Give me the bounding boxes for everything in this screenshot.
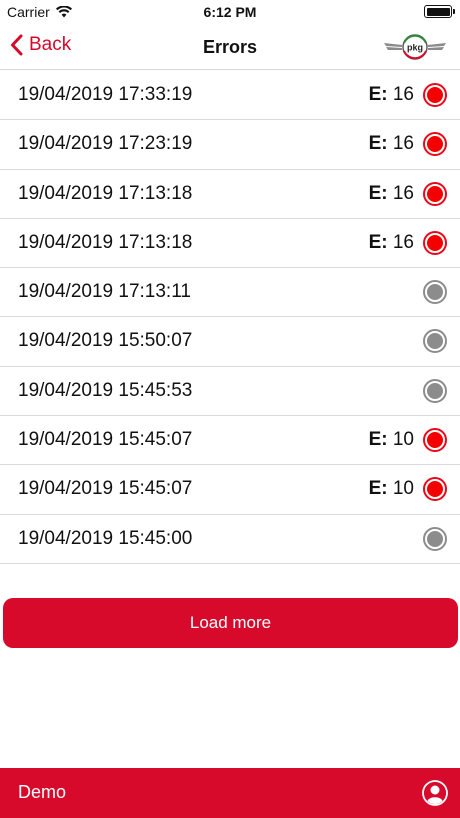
bottom-bar-label: Demo (18, 782, 67, 802)
error-status-icon (423, 428, 447, 453)
error-date: 19/04/2019 17:33:19 (18, 84, 193, 105)
error-date: 19/04/2019 17:13:11 (18, 281, 191, 303)
error-date: 19/04/2019 17:13:18 (18, 231, 193, 253)
ok-status-icon (423, 526, 447, 551)
error-code: E: 16 (369, 133, 414, 155)
error-status-icon (423, 477, 447, 502)
error-date: 19/04/2019 15:50:07 (18, 330, 193, 352)
error-status-icon (423, 132, 447, 157)
error-code-prefix: E: (368, 84, 388, 105)
ok-status-icon (423, 378, 447, 403)
list-item[interactable]: 19/04/2019 17:23:19 E: 16 (0, 120, 460, 170)
list-item[interactable]: 19/04/2019 15:45:07 E: 10 (0, 465, 460, 515)
list-item[interactable]: 19/04/2019 15:45:07 E: 10 (0, 416, 460, 466)
error-code-value: 16 (392, 133, 414, 155)
error-code-prefix: E: (368, 429, 388, 451)
status-time: 6:12 PM (203, 4, 257, 20)
error-status-icon (423, 230, 447, 255)
list-item[interactable]: 19/04/2019 17:13:18 E: 16 (0, 170, 460, 219)
logo-text: pkg (407, 43, 423, 53)
ok-status-icon (423, 329, 447, 354)
load-more-button[interactable]: Load more (3, 598, 458, 648)
list-item[interactable]: 19/04/2019 17:13:11 (0, 268, 460, 318)
error-status-icon (423, 181, 447, 206)
user-icon[interactable] (422, 780, 448, 806)
list-item[interactable]: 19/04/2019 17:13:18 E: 16 (0, 219, 460, 269)
error-date: 19/04/2019 15:45:53 (18, 379, 193, 401)
error-date: 19/04/2019 15:45:07 (18, 478, 193, 500)
error-code: E: 16 (369, 183, 414, 205)
list-item[interactable]: 19/04/2019 17:33:19 E: 16 (0, 71, 460, 121)
error-code: E: 10 (369, 429, 414, 451)
ok-status-icon (423, 280, 447, 305)
error-date: 19/04/2019 17:23:19 (18, 133, 193, 155)
error-code-prefix: E: (368, 182, 388, 204)
list-item[interactable]: 19/04/2019 15:50:07 (0, 317, 460, 367)
error-status-icon (423, 83, 447, 107)
error-code-value: 16 (392, 84, 414, 105)
error-list: 19/04/2019 17:33:19 E: 16 19/04/2019 17:23… (0, 71, 460, 564)
error-date: 19/04/2019 15:45:00 (18, 527, 193, 549)
list-item[interactable]: 19/04/2019 15:45:53 (0, 367, 460, 417)
error-code-value: 16 (392, 182, 414, 204)
error-code-value: 10 (392, 478, 414, 500)
brand-logo: pkg (384, 34, 446, 60)
error-code-prefix: E: (368, 133, 388, 155)
battery-icon (424, 5, 455, 18)
error-date: 19/04/2019 15:45:07 (18, 429, 193, 451)
status-bar: Carrier 6:12 PM (0, 0, 460, 24)
error-code: E: 16 (369, 84, 414, 106)
nav-bar: Back Errors pkg (0, 24, 460, 70)
error-code-value: 16 (392, 231, 414, 253)
bottom-bar: Demo (0, 768, 460, 818)
error-code-prefix: E: (368, 231, 388, 253)
error-date: 19/04/2019 17:13:18 (18, 182, 193, 204)
error-code: E: 10 (369, 478, 414, 500)
error-code-value: 10 (392, 429, 414, 451)
error-code-prefix: E: (368, 478, 388, 500)
list-item[interactable]: 19/04/2019 15:45:00 (0, 515, 460, 564)
error-code: E: 16 (369, 232, 414, 254)
